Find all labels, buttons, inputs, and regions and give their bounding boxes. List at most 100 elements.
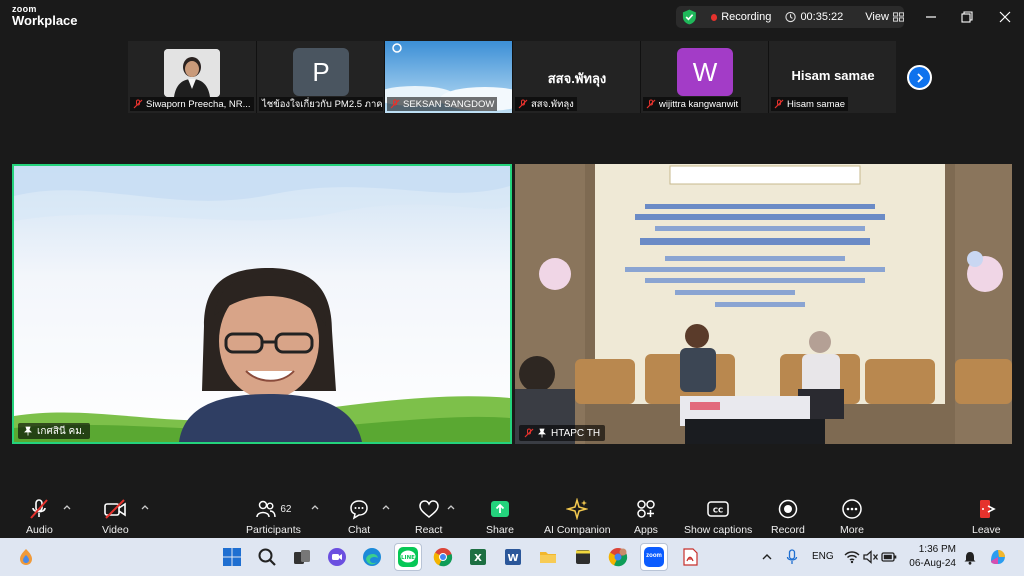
- restore-button[interactable]: [958, 8, 976, 26]
- mic-muted-icon: [646, 99, 656, 109]
- meeting-status-bar: Recording 00:35:22 View: [676, 6, 904, 28]
- ai-companion-button[interactable]: AI Companion: [544, 498, 611, 536]
- zoom-logo: zoom Workplace: [12, 5, 78, 28]
- leave-button[interactable]: Leave: [972, 498, 1001, 536]
- chat-icon: [350, 500, 368, 520]
- windows-start-button[interactable]: [220, 545, 244, 569]
- battery-icon[interactable]: [881, 550, 897, 564]
- participant-nameplate: Siwaporn Preecha, NR...: [130, 97, 254, 111]
- record-button[interactable]: Record: [771, 498, 805, 536]
- taskbar-meet-app[interactable]: [325, 545, 349, 569]
- minimize-button[interactable]: [922, 8, 940, 26]
- sparkle-icon: [566, 498, 589, 520]
- taskbar-chrome-profile-app[interactable]: [606, 545, 630, 569]
- share-button[interactable]: Share: [486, 498, 514, 536]
- speaker-video-feed: [14, 166, 510, 442]
- participant-thumb[interactable]: P ไชข้องใจเกี่ยวกับ PM2.5 ภาคใต้: [256, 41, 384, 113]
- video-name: HTAPC TH: [551, 427, 601, 439]
- apps-button[interactable]: Apps: [634, 498, 658, 536]
- video-nameplate: HTAPC TH: [519, 425, 606, 441]
- apps-label: Apps: [634, 524, 658, 536]
- meeting-timer: 00:35:22: [800, 11, 844, 23]
- recording-label[interactable]: Recording: [721, 11, 771, 23]
- react-button[interactable]: React: [415, 498, 442, 536]
- stage-video-feed: [515, 164, 1012, 444]
- participants-options-caret-icon[interactable]: [310, 502, 320, 512]
- participant-name: wijittra kangwanwit: [659, 98, 739, 110]
- close-icon: [999, 11, 1011, 23]
- participant-nameplate: ไชข้องใจเกี่ยวกับ PM2.5 ภาคใต้: [259, 97, 383, 111]
- chevron-right-icon: [916, 72, 923, 83]
- participant-thumb[interactable]: W wijittra kangwanwit: [640, 41, 768, 113]
- show-captions-label: Show captions: [684, 524, 753, 536]
- wifi-icon[interactable]: [844, 550, 860, 564]
- windows-logo-icon: [223, 548, 241, 566]
- next-page-button[interactable]: [907, 65, 932, 90]
- participant-thumb[interactable]: SEKSAN SANGDOW: [384, 41, 513, 113]
- widgets-icon[interactable]: [16, 547, 36, 567]
- audio-options-caret-icon[interactable]: [62, 502, 72, 512]
- react-label: React: [415, 524, 443, 536]
- camera-app-icon: [328, 548, 346, 566]
- share-label: Share: [486, 524, 515, 536]
- participant-nameplate: SEKSAN SANGDOW: [387, 97, 498, 111]
- video-off-icon: [104, 499, 127, 519]
- participant-nameplate: สสจ.พัทลุง: [515, 97, 577, 111]
- speaker-muted-icon[interactable]: [863, 550, 879, 564]
- view-menu[interactable]: View: [865, 11, 889, 23]
- taskbar-explorer-app[interactable]: [536, 545, 560, 569]
- view-grid-icon[interactable]: [892, 12, 904, 22]
- taskbar-edge-app[interactable]: [360, 545, 384, 569]
- participants-button[interactable]: 62 Participants: [246, 498, 301, 536]
- mic-muted-icon: [774, 99, 784, 109]
- notification-bell-icon[interactable]: [963, 551, 977, 565]
- heart-icon: [418, 500, 439, 518]
- encryption-shield-icon[interactable]: [682, 8, 697, 26]
- close-button[interactable]: [996, 8, 1014, 26]
- leave-label: Leave: [972, 524, 1001, 536]
- windows-taskbar: LINE X W zoom ENG 1:36 PM 06-Aug-24: [0, 538, 1024, 576]
- more-button[interactable]: More: [840, 498, 864, 536]
- taskbar-search-button[interactable]: [255, 545, 279, 569]
- taskbar-zoom-app[interactable]: zoom: [640, 543, 668, 571]
- input-language[interactable]: ENG: [812, 551, 834, 562]
- participant-photo: [164, 49, 220, 97]
- video-button[interactable]: Video: [102, 498, 129, 536]
- taskbar-date[interactable]: 06-Aug-24: [906, 558, 956, 569]
- active-speaker-video[interactable]: เกศสินี คม.: [12, 164, 512, 444]
- chrome-profile-icon: [608, 548, 628, 567]
- microphone-tray-icon[interactable]: [786, 549, 798, 565]
- word-icon: W: [505, 549, 521, 565]
- logo-workplace: Workplace: [12, 13, 78, 28]
- taskbar-chrome-app[interactable]: [431, 545, 455, 569]
- record-icon: [778, 499, 798, 519]
- video-options-caret-icon[interactable]: [140, 502, 150, 512]
- participant-thumb[interactable]: สสจ.พัทลุง สสจ.พัทลุง: [512, 41, 640, 113]
- taskbar-time[interactable]: 1:36 PM: [910, 544, 956, 555]
- chat-button[interactable]: Chat: [348, 498, 370, 536]
- zoom-window: zoom Workplace Recording 00:35:22 View S…: [0, 0, 1024, 576]
- stage-video[interactable]: HTAPC TH: [515, 164, 1012, 444]
- react-options-caret-icon[interactable]: [446, 502, 456, 512]
- svg-text:X: X: [474, 553, 482, 564]
- audio-button[interactable]: Audio: [26, 498, 53, 536]
- show-hidden-icons-chevron-icon[interactable]: [762, 552, 772, 562]
- copilot-icon[interactable]: [988, 547, 1008, 567]
- mic-muted-icon: [524, 428, 534, 438]
- taskbar-line-app[interactable]: LINE: [394, 543, 422, 571]
- excel-icon: X: [470, 549, 486, 565]
- title-bar: zoom Workplace Recording 00:35:22 View: [0, 0, 1024, 34]
- participant-thumb[interactable]: Siwaporn Preecha, NR...: [128, 41, 256, 113]
- pin-icon: [24, 426, 32, 436]
- show-captions-button[interactable]: CC Show captions: [684, 498, 752, 536]
- mic-muted-icon: [518, 99, 528, 109]
- participant-thumb[interactable]: Hisam samae Hisam samae: [768, 41, 896, 113]
- task-view-button[interactable]: [290, 545, 314, 569]
- taskbar-word-app[interactable]: W: [501, 545, 525, 569]
- svg-text:LINE: LINE: [401, 555, 415, 561]
- taskbar-sticky-notes-app[interactable]: [571, 545, 595, 569]
- taskbar-excel-app[interactable]: X: [466, 545, 490, 569]
- taskbar-pdf-app[interactable]: [678, 545, 702, 569]
- chat-options-caret-icon[interactable]: [381, 502, 391, 512]
- apps-icon: [637, 500, 655, 518]
